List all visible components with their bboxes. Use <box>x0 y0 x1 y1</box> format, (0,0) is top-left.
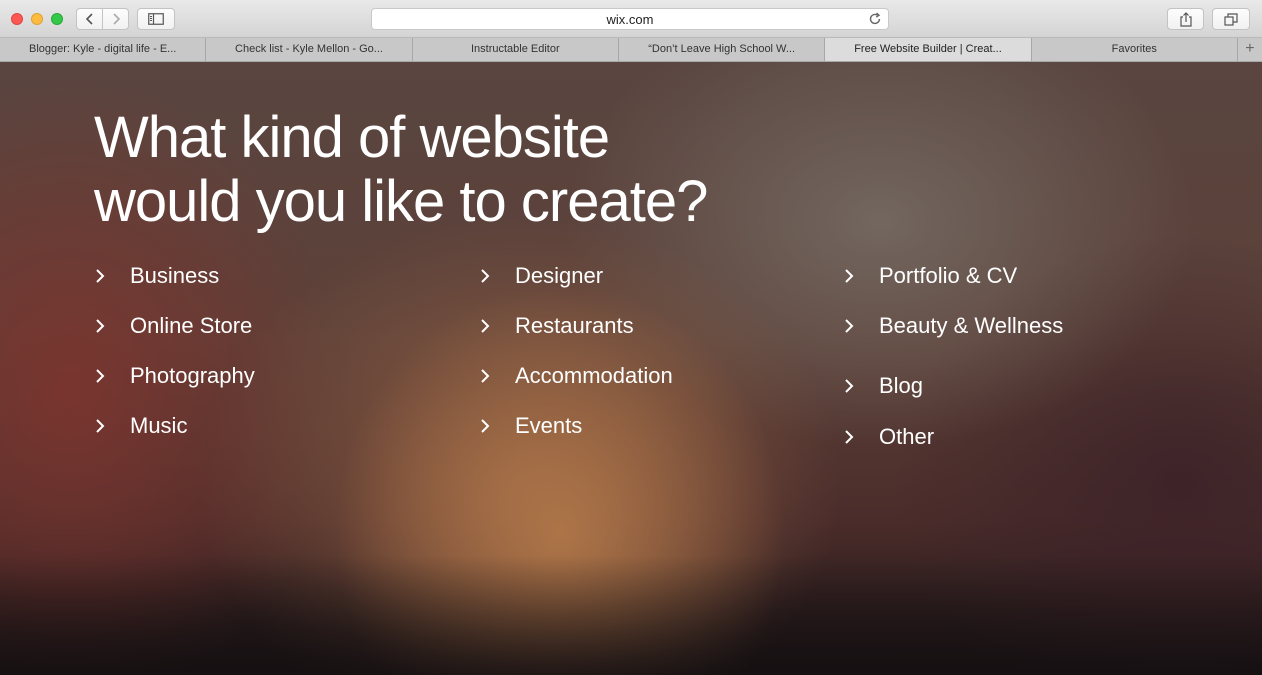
reload-icon[interactable] <box>868 12 882 26</box>
option-online-store[interactable]: Online Store <box>94 313 252 339</box>
back-button[interactable] <box>76 8 103 30</box>
option-accommodation[interactable]: Accommodation <box>479 363 673 389</box>
browser-tab[interactable]: Blogger: Kyle - digital life - E... <box>0 38 207 61</box>
chevron-right-icon <box>843 376 879 396</box>
chevron-right-icon <box>479 416 515 436</box>
browser-tab[interactable]: Instructable Editor <box>413 38 619 61</box>
browser-tab[interactable]: “Don’t Leave High School W... <box>619 38 826 61</box>
option-label: Other <box>879 424 935 449</box>
chevron-right-icon <box>843 316 879 336</box>
option-events[interactable]: Events <box>479 413 582 439</box>
option-label: Online Store <box>130 313 253 338</box>
option-blog[interactable]: Blog <box>843 373 923 399</box>
option-label: Beauty & Wellness <box>879 313 1064 338</box>
sidebar-icon <box>148 13 164 25</box>
option-label: Portfolio & CV <box>879 263 1018 288</box>
option-music[interactable]: Music <box>94 413 187 439</box>
browser-toolbar: wix.com <box>0 0 1262 38</box>
share-button[interactable] <box>1167 8 1204 30</box>
address-url: wix.com <box>606 12 654 27</box>
option-label: Music <box>130 413 188 438</box>
address-bar[interactable]: wix.com <box>371 8 889 30</box>
chevron-right-icon <box>94 366 130 386</box>
chevron-right-icon <box>843 266 879 286</box>
option-designer[interactable]: Designer <box>479 263 603 289</box>
option-label: Restaurants <box>515 313 634 338</box>
option-label: Photography <box>130 363 255 388</box>
zoom-window-button[interactable] <box>51 13 63 25</box>
option-photography[interactable]: Photography <box>94 363 255 389</box>
chevron-right-icon <box>479 316 515 336</box>
option-portfolio-cv[interactable]: Portfolio & CV <box>843 263 1017 289</box>
share-icon <box>1179 11 1192 27</box>
browser-tab-active[interactable]: Free Website Builder | Creat... <box>825 38 1032 61</box>
new-tab-button[interactable]: + <box>1238 38 1262 61</box>
option-business[interactable]: Business <box>94 263 219 289</box>
minimize-window-button[interactable] <box>31 13 43 25</box>
page-title-line-1: What kind of website <box>94 105 610 170</box>
option-beauty-wellness[interactable]: Beauty & Wellness <box>843 313 1063 339</box>
chevron-left-icon <box>85 13 93 25</box>
chevron-right-icon <box>94 416 130 436</box>
forward-button[interactable] <box>102 8 129 30</box>
chevron-right-icon <box>843 427 879 447</box>
browser-tab[interactable]: Check list - Kyle Mellon - Go... <box>206 38 413 61</box>
chevron-right-icon <box>479 266 515 286</box>
option-label: Events <box>515 413 583 438</box>
chevron-right-icon <box>112 13 120 25</box>
sidebar-toggle-button[interactable] <box>137 8 175 30</box>
chevron-right-icon <box>479 366 515 386</box>
show-all-tabs-button[interactable] <box>1212 8 1250 30</box>
favorites-tab[interactable]: Favorites <box>1032 38 1238 61</box>
chevron-right-icon <box>94 316 130 336</box>
chevron-right-icon <box>94 266 130 286</box>
option-label: Accommodation <box>515 363 673 388</box>
option-other[interactable]: Other <box>843 424 934 450</box>
tabs-overview-icon <box>1224 12 1238 26</box>
option-label: Designer <box>515 263 604 288</box>
page-title-line-2: would you like to create? <box>94 169 708 234</box>
option-label: Blog <box>879 373 924 398</box>
wix-site-type-page: What kind of website would you like to c… <box>0 62 1262 675</box>
option-restaurants[interactable]: Restaurants <box>479 313 634 339</box>
page-title: What kind of website would you like to c… <box>94 105 708 234</box>
close-window-button[interactable] <box>11 13 23 25</box>
option-label: Business <box>130 263 220 288</box>
tab-bar: Blogger: Kyle - digital life - E... Chec… <box>0 38 1262 62</box>
